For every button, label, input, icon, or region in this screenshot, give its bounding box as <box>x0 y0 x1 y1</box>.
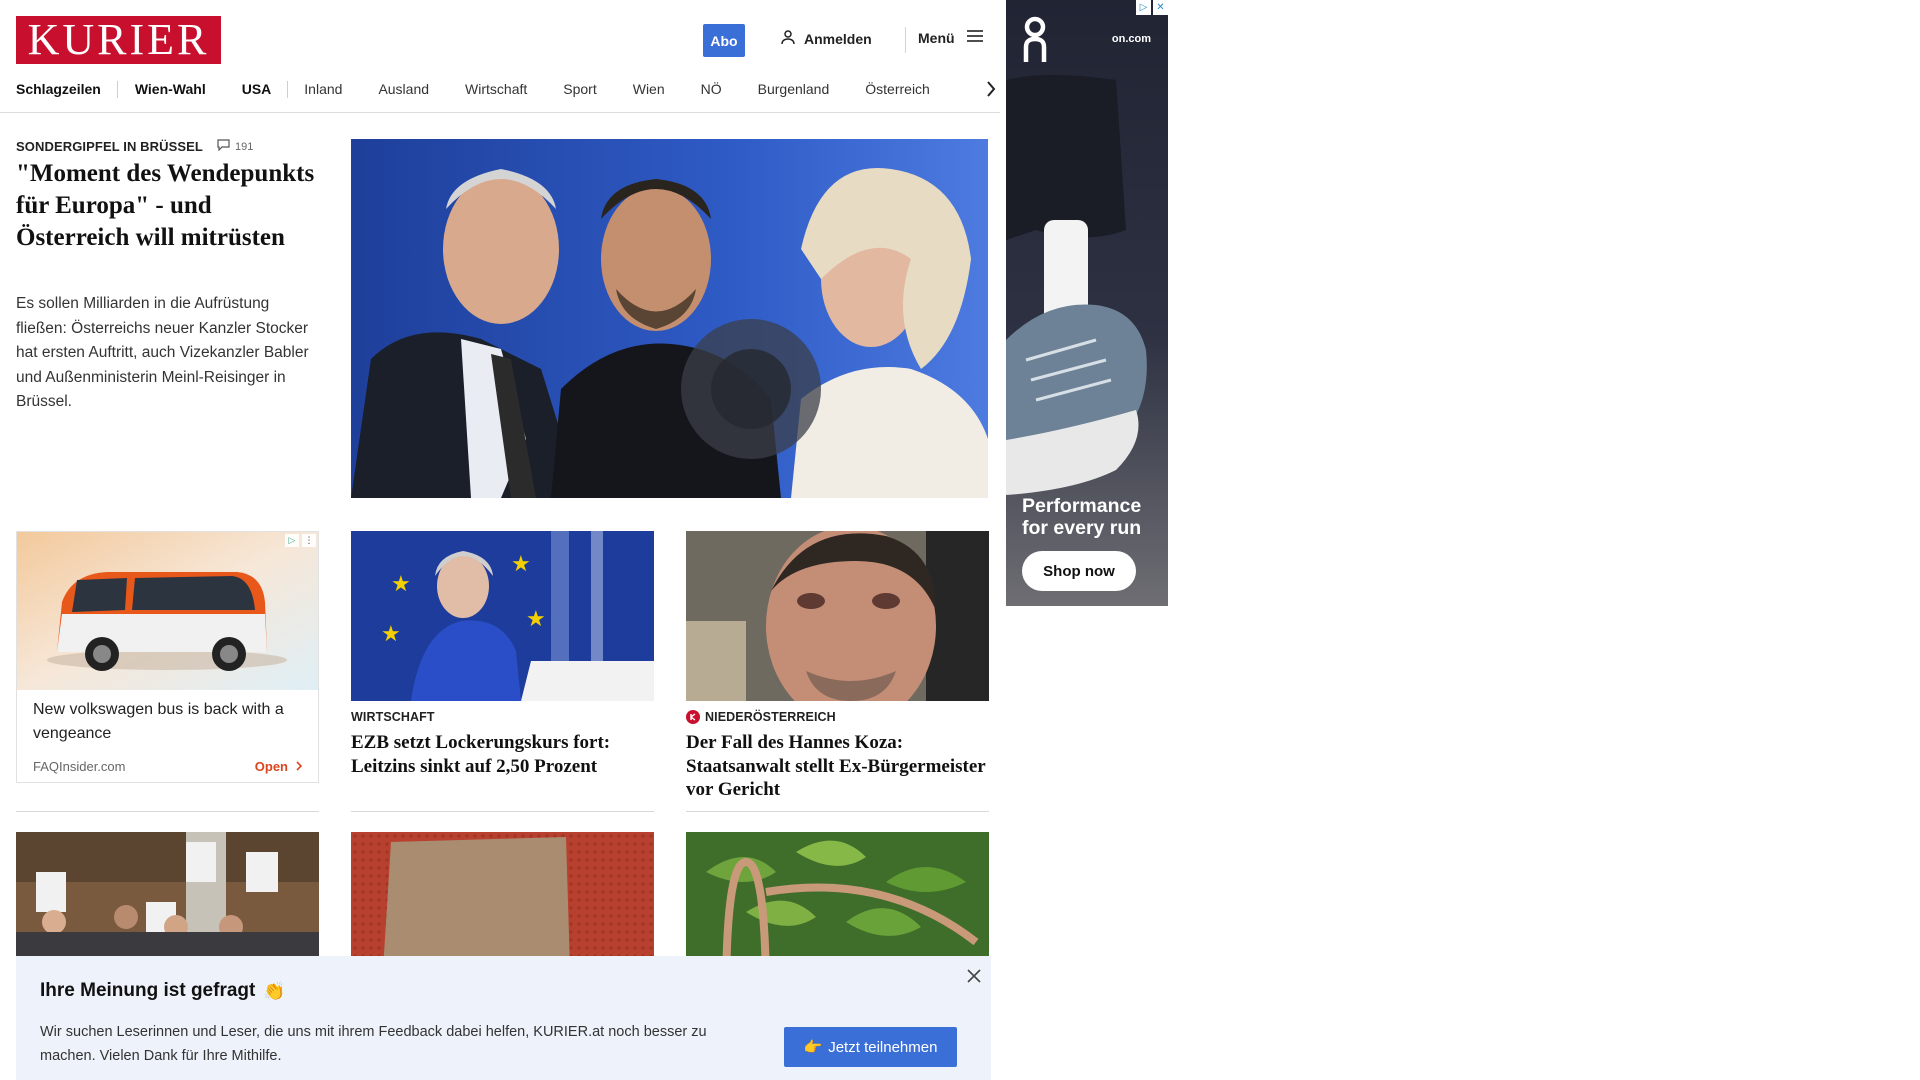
survey-join-label: Jetzt teilnehmen <box>828 1038 938 1056</box>
hamburger-icon <box>966 29 983 46</box>
comment-count[interactable]: 191 <box>217 139 253 154</box>
more-options-icon[interactable]: ⋮ <box>302 534 316 547</box>
article-image[interactable] <box>686 531 989 701</box>
menu-label: Menü <box>918 29 955 46</box>
card-divider <box>16 811 319 812</box>
svg-text:★: ★ <box>511 551 531 576</box>
survey-title: Ihre Meinung ist gefragt <box>40 980 256 1001</box>
lead-image[interactable] <box>351 139 988 498</box>
article-kicker[interactable]: NIEDERÖSTERREICH <box>705 710 836 724</box>
nav-item-wien-wahl[interactable]: Wien-Wahl <box>135 81 206 97</box>
article-kicker[interactable]: WIRTSCHAFT <box>351 710 435 724</box>
login-label: Anmelden <box>804 30 872 47</box>
svg-text:★: ★ <box>381 621 401 646</box>
article-card[interactable]: NIEDERÖSTERREICH Der Fall des Hannes Koz… <box>686 531 989 802</box>
open-label: Open <box>254 759 288 774</box>
lead-kicker[interactable]: SONDERGIPFEL IN BRÜSSEL <box>16 139 203 154</box>
survey-text: Wir suchen Leserinnen und Leser, die uns… <box>40 1024 707 1064</box>
nav-bottom-rule <box>0 112 1000 113</box>
banner-headline: Performance for every run <box>1022 495 1142 539</box>
shop-now-button[interactable]: Shop now <box>1022 551 1136 591</box>
ad-choices[interactable]: ▷ ✕ <box>1136 0 1168 15</box>
nav-divider <box>287 80 289 98</box>
clap-icon: 👏 <box>263 980 286 1001</box>
chevron-right-icon <box>296 759 303 774</box>
article-kicker-row: WIRTSCHAFT <box>351 709 654 725</box>
survey-close-icon[interactable] <box>964 966 984 986</box>
comment-icon <box>217 139 230 154</box>
card-divider <box>686 811 989 812</box>
on-banner-ad[interactable]: ▷ ✕ on.com Performance for every run Sho… <box>1006 0 1168 606</box>
survey-banner: Ihre Meinung ist gefragt 👏 Wir suchen Le… <box>16 956 991 1080</box>
user-icon <box>780 29 796 48</box>
nav-item-wien[interactable]: Wien <box>633 81 665 97</box>
nav-item-oesterreich[interactable]: Österreich <box>865 81 930 97</box>
article-title[interactable]: Der Fall des Hannes Koza: Staatsanwalt s… <box>686 731 989 802</box>
native-ad-title[interactable]: New volkswagen bus is back with a vengea… <box>17 690 318 745</box>
article-card[interactable]: ★ ★ ★ ★ WIRTSCHAFT EZB setzt Lockerungsk… <box>351 531 654 778</box>
ad-choices[interactable]: ▷ ⋮ <box>285 534 316 547</box>
lead-headline[interactable]: "Moment des Wendepunkts für Europa" - un… <box>16 158 321 254</box>
lead-kicker-row: SONDERGIPFEL IN BRÜSSEL 191 <box>16 139 253 154</box>
nav-item-inland[interactable]: Inland <box>304 81 342 97</box>
close-icon[interactable]: ✕ <box>1153 0 1168 15</box>
native-ad-open-button[interactable]: Open <box>254 759 303 774</box>
section-nav: Schlagzeilen Wien-Wahl USA Inland Auslan… <box>16 76 1000 102</box>
nav-divider <box>116 80 118 98</box>
survey-join-button[interactable]: 👉 Jetzt teilnehmen <box>784 1027 957 1067</box>
svg-text:★: ★ <box>391 571 411 596</box>
nav-item-schlagzeilen[interactable]: Schlagzeilen <box>16 81 101 97</box>
header-divider <box>905 27 906 53</box>
on-logo-icon <box>1022 14 1048 69</box>
abo-button[interactable]: Abo <box>703 24 745 57</box>
native-ad-source: FAQInsider.com <box>33 759 126 774</box>
comment-count-value: 191 <box>234 140 254 153</box>
menu-button[interactable]: Menü <box>918 29 983 46</box>
nav-item-sport[interactable]: Sport <box>563 81 596 97</box>
banner-domain[interactable]: on.com <box>1112 33 1151 45</box>
nav-scroll-right-icon[interactable] <box>976 76 1006 102</box>
article-kicker-row: NIEDERÖSTERREICH <box>686 709 989 725</box>
nav-item-usa[interactable]: USA <box>242 81 272 97</box>
pointing-hand-icon: 👉 <box>803 1039 823 1056</box>
native-ad[interactable]: ▷ ⋮ New volkswagen bus is back with a ve… <box>16 531 319 783</box>
article-title[interactable]: EZB setzt Lockerungskurs fort: Leitzins … <box>351 731 654 778</box>
svg-text:★: ★ <box>526 606 546 631</box>
kurier-logo[interactable]: KURIER <box>16 16 221 64</box>
nav-item-wirtschaft[interactable]: Wirtschaft <box>465 81 527 97</box>
lead-teaser[interactable]: Es sollen Milliarden in die Aufrüstung f… <box>16 292 321 415</box>
nav-item-ausland[interactable]: Ausland <box>378 81 429 97</box>
adchoices-icon[interactable]: ▷ <box>285 534 299 547</box>
nav-item-noe[interactable]: NÖ <box>701 81 722 97</box>
region-badge-icon <box>686 710 700 724</box>
card-divider <box>351 811 654 812</box>
nav-item-burgenland[interactable]: Burgenland <box>758 81 830 97</box>
article-image[interactable]: ★ ★ ★ ★ <box>351 531 654 701</box>
adchoices-icon[interactable]: ▷ <box>1136 0 1151 15</box>
native-ad-footer: FAQInsider.com Open <box>33 759 303 774</box>
native-ad-image[interactable] <box>17 532 318 690</box>
survey-title-row: Ihre Meinung ist gefragt 👏 <box>40 980 286 1002</box>
login-button[interactable]: Anmelden <box>780 29 872 48</box>
